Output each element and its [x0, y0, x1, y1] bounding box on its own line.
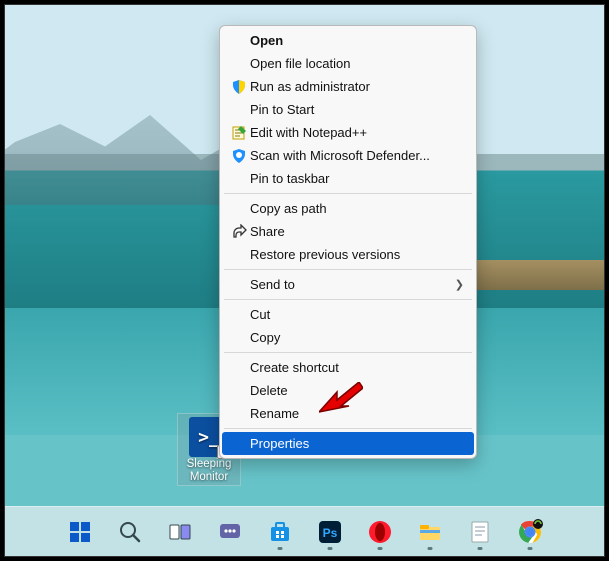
context-menu-separator	[224, 193, 472, 194]
taskbar-store-button[interactable]	[260, 512, 300, 552]
taskbar-photoshop-button[interactable]: Ps	[310, 512, 350, 552]
taskbar: Ps	[5, 506, 604, 556]
context-menu-item-copy-as-path[interactable]: Copy as path	[222, 197, 474, 220]
context-menu-item-cut[interactable]: Cut	[222, 303, 474, 326]
defender-icon	[228, 148, 250, 164]
context-menu-item-label: Edit with Notepad++	[250, 125, 464, 140]
context-menu-item-label: Open	[250, 33, 464, 48]
context-menu-item-scan-with-microsoft-defender[interactable]: Scan with Microsoft Defender...	[222, 144, 474, 167]
context-menu-item-label: Cut	[250, 307, 464, 322]
context-menu-item-open[interactable]: Open	[222, 29, 474, 52]
context-menu-separator	[224, 269, 472, 270]
running-indicator-icon	[477, 547, 482, 550]
context-menu-item-label: Rename	[250, 406, 464, 421]
context-menu-item-create-shortcut[interactable]: Create shortcut	[222, 356, 474, 379]
shield-icon	[228, 79, 250, 95]
context-menu-item-restore-previous-versions[interactable]: Restore previous versions	[222, 243, 474, 266]
context-menu-item-label: Copy	[250, 330, 464, 345]
context-menu-item-copy[interactable]: Copy	[222, 326, 474, 349]
taskbar-task-view-button[interactable]	[160, 512, 200, 552]
svg-text:Ps: Ps	[322, 526, 337, 540]
taskbar-search-button[interactable]	[110, 512, 150, 552]
running-indicator-icon	[327, 547, 332, 550]
taskbar-chat-button[interactable]	[210, 512, 250, 552]
context-menu-item-label: Restore previous versions	[250, 247, 464, 262]
context-menu-item-label: Create shortcut	[250, 360, 464, 375]
context-menu-item-properties[interactable]: Properties	[222, 432, 474, 455]
context-menu-item-label: Open file location	[250, 56, 464, 71]
context-menu-item-label: Copy as path	[250, 201, 464, 216]
taskbar-explorer-button[interactable]	[410, 512, 450, 552]
context-menu-item-label: Delete	[250, 383, 464, 398]
context-menu-item-open-file-location[interactable]: Open file location	[222, 52, 474, 75]
desktop-icon-label: Sleeping Monitor	[180, 458, 238, 483]
context-menu-item-label: Scan with Microsoft Defender...	[250, 148, 464, 163]
context-menu-item-label: Share	[250, 224, 464, 239]
notepad-icon	[228, 125, 250, 141]
running-indicator-icon	[377, 547, 382, 550]
context-menu-item-pin-to-taskbar[interactable]: Pin to taskbar	[222, 167, 474, 190]
context-menu-item-pin-to-start[interactable]: Pin to Start	[222, 98, 474, 121]
viewport: >_ Sleeping Monitor Open Open file locati…	[4, 4, 605, 557]
context-menu-item-label: Run as administrator	[250, 79, 464, 94]
context-menu-item-send-to[interactable]: Send to❯	[222, 273, 474, 296]
powershell-glyph: >_	[198, 427, 220, 448]
context-menu-item-share[interactable]: Share	[222, 220, 474, 243]
running-indicator-icon	[277, 547, 282, 550]
chevron-right-icon: ❯	[455, 278, 464, 291]
running-indicator-icon	[527, 547, 532, 550]
context-menu-separator	[224, 428, 472, 429]
context-menu-item-label: Properties	[250, 436, 464, 451]
context-menu: Open Open file location Run as administrat…	[219, 25, 477, 459]
context-menu-item-rename[interactable]: Rename	[222, 402, 474, 425]
taskbar-notepad-button[interactable]	[460, 512, 500, 552]
running-indicator-icon	[427, 547, 432, 550]
context-menu-item-label: Pin to taskbar	[250, 171, 464, 186]
taskbar-opera-button[interactable]	[360, 512, 400, 552]
context-menu-item-run-as-administrator[interactable]: Run as administrator	[222, 75, 474, 98]
context-menu-item-label: Send to	[250, 277, 455, 292]
taskbar-start-button[interactable]	[60, 512, 100, 552]
context-menu-item-label: Pin to Start	[250, 102, 464, 117]
taskbar-chrome-button[interactable]	[510, 512, 550, 552]
context-menu-separator	[224, 352, 472, 353]
context-menu-separator	[224, 299, 472, 300]
context-menu-item-delete[interactable]: Delete	[222, 379, 474, 402]
share-icon	[228, 224, 250, 240]
context-menu-item-edit-with-notepad[interactable]: Edit with Notepad++	[222, 121, 474, 144]
